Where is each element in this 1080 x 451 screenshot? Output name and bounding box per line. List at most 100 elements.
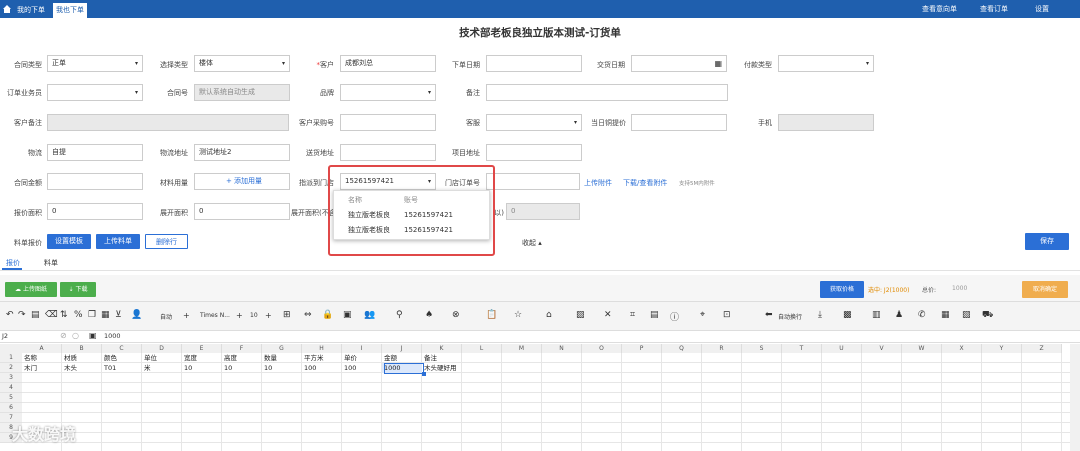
fetch-price-button[interactable]: 获取价格: [820, 281, 864, 298]
location-icon[interactable]: ⌖: [700, 310, 705, 320]
sheet-cell[interactable]: 数量: [262, 353, 302, 363]
formula-check-icon[interactable]: ○: [72, 331, 79, 340]
calendar-icon[interactable]: ▦: [714, 56, 722, 71]
download-icon[interactable]: ⤓: [818, 310, 822, 320]
collapse-toggle[interactable]: 收起 ▴: [522, 238, 542, 248]
image-icon[interactable]: ▨: [576, 310, 585, 320]
search-icon[interactable]: ⚲: [396, 310, 403, 320]
remark-textarea[interactable]: [486, 84, 728, 101]
service-select[interactable]: ▾: [486, 114, 582, 131]
sort-icon[interactable]: ⇅: [60, 310, 68, 320]
column-header[interactable]: E: [182, 344, 222, 353]
set-template-button[interactable]: 设置模板: [47, 234, 91, 249]
column-header[interactable]: M: [502, 344, 542, 353]
doc-icon[interactable]: ▥: [872, 310, 881, 320]
upload-attachment-link[interactable]: 上传附件: [584, 178, 612, 188]
row-header[interactable]: 1: [0, 353, 22, 363]
column-header[interactable]: G: [262, 344, 302, 353]
delivery-date-input[interactable]: ▦: [631, 55, 727, 72]
save-icon[interactable]: ▤: [650, 310, 659, 320]
shop-order-input[interactable]: [486, 173, 580, 190]
column-header[interactable]: L: [462, 344, 502, 353]
column-header[interactable]: T: [782, 344, 822, 353]
expand-area-input[interactable]: 0: [194, 203, 290, 220]
column-header[interactable]: Q: [662, 344, 702, 353]
logistics-addr-input[interactable]: 测试地址2: [194, 144, 290, 161]
sheet-cell[interactable]: T01: [102, 363, 142, 373]
user-icon[interactable]: 👤: [131, 310, 142, 320]
nav-tab-my-order[interactable]: 我的下单: [14, 3, 48, 18]
sheet-cell[interactable]: 100: [302, 363, 342, 373]
grid-icon[interactable]: ▦: [941, 310, 950, 320]
sheet-cell[interactable]: 10: [222, 363, 262, 373]
clipboard-icon[interactable]: 📋: [486, 310, 497, 320]
sheet-cell[interactable]: 木头硬好用: [422, 363, 462, 373]
column-header[interactable]: O: [582, 344, 622, 353]
sheet-cell[interactable]: 高度: [222, 353, 262, 363]
font-size-select[interactable]: 10: [250, 312, 258, 319]
auto-format-select[interactable]: 自动: [160, 312, 172, 321]
upload-drawing-button[interactable]: ☁ 上传图纸: [5, 282, 57, 297]
column-header[interactable]: F: [222, 344, 262, 353]
sheet-cell[interactable]: 颜色: [102, 353, 142, 363]
download-attachment-link[interactable]: 下载/查看附件: [623, 178, 667, 188]
nav-tab-also-order[interactable]: 我也下单: [53, 3, 87, 18]
sheet-cell[interactable]: 10: [262, 363, 302, 373]
formula-x-icon[interactable]: ⊘: [60, 331, 67, 340]
tab-material[interactable]: 料单: [44, 258, 58, 268]
redo-icon[interactable]: ↷: [18, 310, 26, 320]
sheet-cell[interactable]: 平方米: [302, 353, 342, 363]
chart-icon[interactable]: ▩: [843, 310, 852, 320]
column-header[interactable]: U: [822, 344, 862, 353]
settings-link[interactable]: 设置: [1035, 4, 1049, 14]
sheet-cell[interactable]: 木头: [62, 363, 102, 373]
delivery-addr-input[interactable]: [340, 144, 436, 161]
sheet-cell[interactable]: 备注: [422, 353, 462, 363]
percent-icon[interactable]: %: [74, 310, 83, 320]
formula-input[interactable]: 1000: [104, 332, 121, 340]
customer-po-input[interactable]: [340, 114, 436, 131]
cell-icon[interactable]: ▣: [343, 310, 352, 320]
arrow-left-icon[interactable]: ⬅: [765, 310, 773, 320]
add-usage-link[interactable]: + 添加用量: [194, 173, 290, 190]
order-date-input[interactable]: [486, 55, 582, 72]
delete-icon[interactable]: ✕: [604, 310, 612, 320]
plus-icon[interactable]: +: [265, 311, 272, 320]
tab-quote[interactable]: 报价: [6, 258, 20, 268]
filter-icon[interactable]: ⊻: [115, 310, 122, 320]
plus-icon[interactable]: +: [236, 311, 243, 320]
contract-amount-input[interactable]: [47, 173, 143, 190]
column-header[interactable]: Y: [982, 344, 1022, 353]
report-area-input[interactable]: 0: [47, 203, 143, 220]
column-header[interactable]: S: [742, 344, 782, 353]
sheet-cell[interactable]: 宽度: [182, 353, 222, 363]
daily-price-input[interactable]: [631, 114, 727, 131]
sheet-cell[interactable]: 单价: [342, 353, 382, 363]
hat-icon[interactable]: ♠: [425, 310, 433, 320]
info-icon[interactable]: ⓘ: [670, 310, 679, 323]
bag-icon[interactable]: ⌗: [630, 310, 635, 320]
border-icon[interactable]: ⊞: [283, 310, 291, 320]
close-circle-icon[interactable]: ⊗: [452, 310, 460, 320]
customer-input[interactable]: 成都刘总: [340, 55, 436, 72]
cancel-confirm-button[interactable]: 取消确定: [1022, 281, 1068, 298]
save-button[interactable]: 保存: [1025, 233, 1069, 250]
column-header[interactable]: W: [902, 344, 942, 353]
view-intent-link[interactable]: 查看意向单: [922, 4, 957, 14]
paint-icon[interactable]: ▦: [101, 310, 110, 320]
column-header[interactable]: N: [542, 344, 582, 353]
column-header[interactable]: I: [342, 344, 382, 353]
row-header[interactable]: 5: [0, 393, 22, 403]
column-header[interactable]: Z: [1022, 344, 1062, 353]
font-name-select[interactable]: Times N...: [200, 312, 230, 319]
wrap-text-button[interactable]: 自动换行: [778, 312, 802, 321]
contract-type-select[interactable]: 正单 ▾: [47, 55, 143, 72]
user-add-icon[interactable]: 👥: [364, 310, 375, 320]
undo-icon[interactable]: ↶: [6, 310, 14, 320]
fill-handle[interactable]: [422, 372, 426, 376]
format-icon[interactable]: ▤: [31, 310, 40, 320]
person-icon[interactable]: ♟: [895, 310, 903, 320]
project-addr-input[interactable]: [486, 144, 582, 161]
lock-open-icon[interactable]: ⌂: [546, 310, 552, 320]
column-header[interactable]: C: [102, 344, 142, 353]
